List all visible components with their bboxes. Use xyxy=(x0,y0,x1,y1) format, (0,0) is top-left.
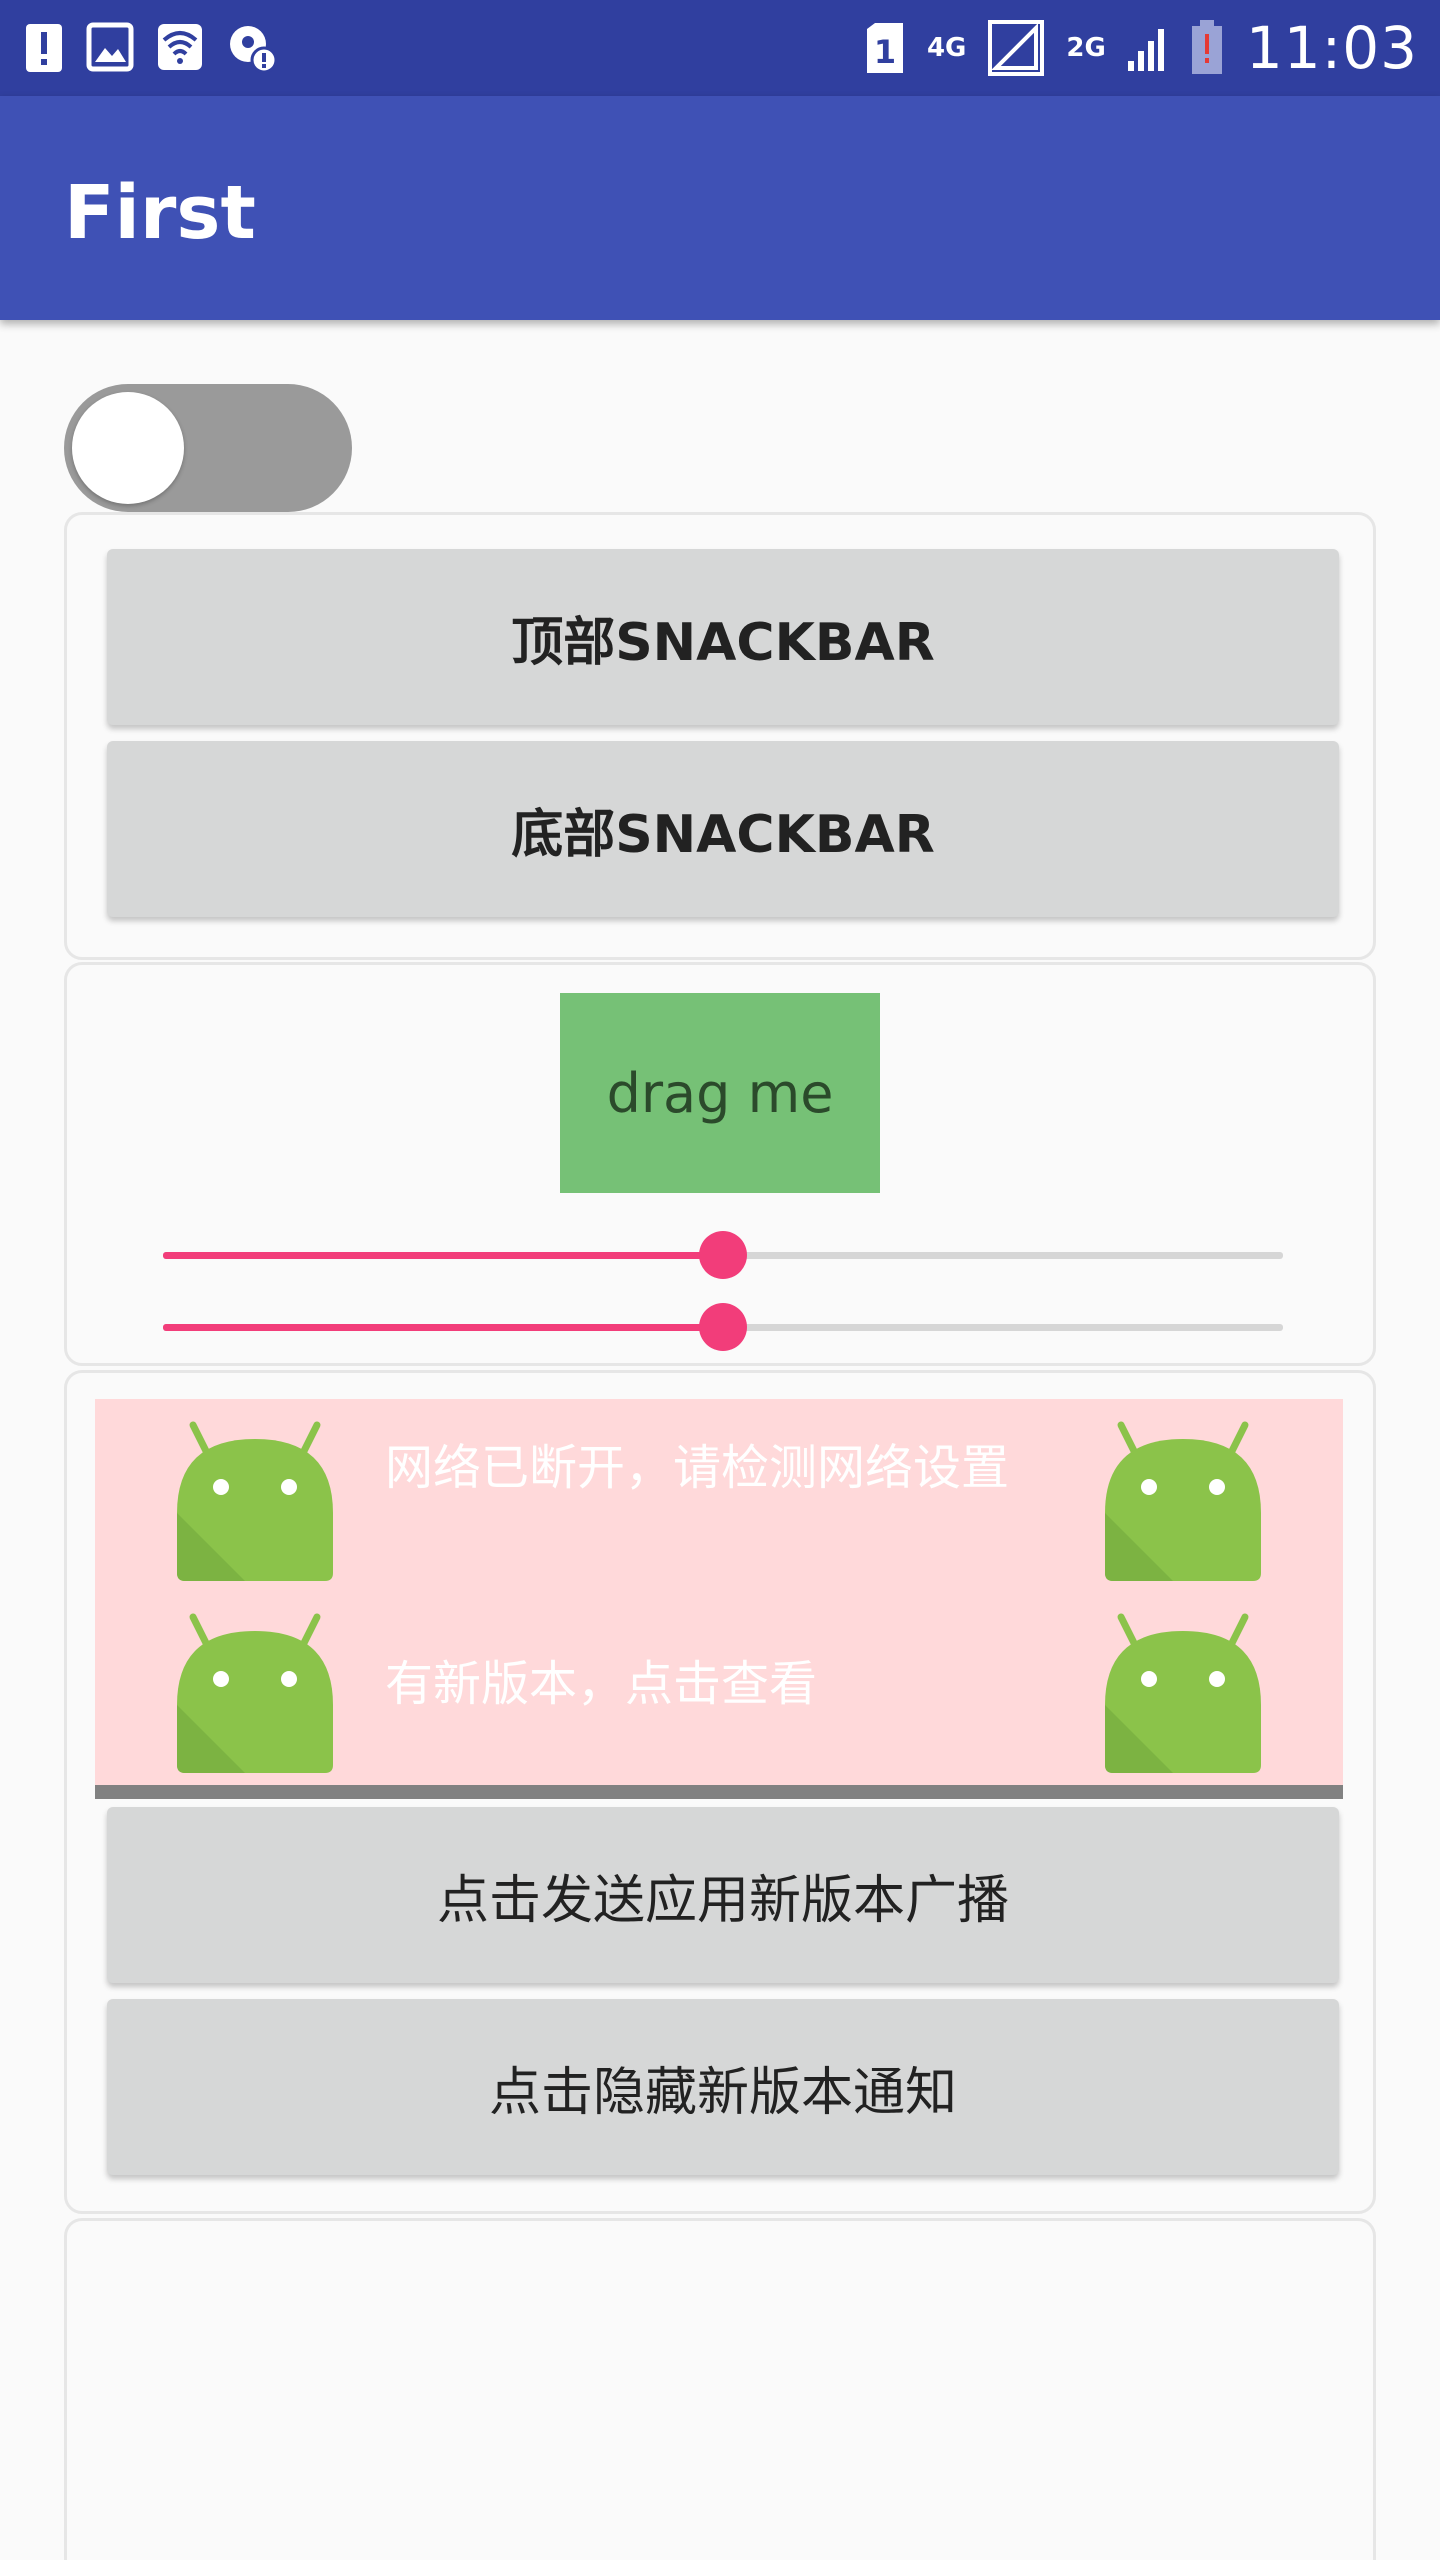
signal-4g-icon xyxy=(988,20,1045,76)
signal-2g-icon xyxy=(1127,29,1164,71)
slider-fill xyxy=(163,1252,723,1259)
snackbar-card: 顶部SNACKBAR 底部SNACKBAR xyxy=(64,512,1376,960)
drag-card: drag me xyxy=(64,962,1376,1366)
status-time: 11:03 xyxy=(1245,14,1418,82)
status-bar: 1 4G 2G 11:03 xyxy=(0,0,1440,96)
app-bar: First xyxy=(0,96,1440,320)
hide-update-notice-button[interactable]: 点击隐藏新版本通知 xyxy=(107,1999,1339,2175)
notice-card: 网络已断开，请检测网络设置 有新版本，点击查看 点击发送应用新版本广播 点击隐藏… xyxy=(64,1370,1376,2214)
notice-area: 网络已断开，请检测网络设置 有新版本，点击查看 xyxy=(95,1399,1343,1785)
network-2g-label: 2G xyxy=(1066,33,1106,63)
seekbar-2[interactable] xyxy=(163,1297,1283,1357)
slider-thumb[interactable] xyxy=(699,1303,747,1351)
notice-divider xyxy=(95,1785,1343,1799)
status-left-icons xyxy=(24,22,278,74)
android-icon xyxy=(177,1421,333,1581)
seekbar-1[interactable] xyxy=(163,1225,1283,1285)
android-icon xyxy=(1105,1421,1261,1581)
android-icon xyxy=(177,1613,333,1773)
send-update-broadcast-button[interactable]: 点击发送应用新版本广播 xyxy=(107,1807,1339,1983)
battery-icon xyxy=(1191,20,1222,74)
network-notice-text: 网络已断开，请检测网络设置 xyxy=(385,1440,1010,1496)
update-notice-text: 有新版本，点击查看 xyxy=(385,1656,818,1712)
network-notice[interactable]: 网络已断开，请检测网络设置 xyxy=(95,1399,1343,1591)
empty-card xyxy=(64,2218,1376,2560)
wifi-icon xyxy=(158,24,202,70)
gallery-icon xyxy=(86,22,134,72)
sim-slot-label: 1 xyxy=(874,33,896,71)
update-notice[interactable]: 有新版本，点击查看 xyxy=(95,1591,1343,1783)
network-4g-label: 4G xyxy=(926,33,967,63)
slider-fill xyxy=(163,1324,723,1331)
top-snackbar-button[interactable]: 顶部SNACKBAR xyxy=(107,549,1339,725)
sim-card-icon: 1 xyxy=(866,23,903,73)
location-alert-icon xyxy=(230,26,278,74)
page-title: First xyxy=(64,170,256,256)
drag-me-box[interactable]: drag me xyxy=(560,993,880,1193)
android-icon xyxy=(1105,1613,1261,1773)
bottom-snackbar-button[interactable]: 底部SNACKBAR xyxy=(107,741,1339,917)
status-right-icons: 1 4G 2G 11:03 xyxy=(865,14,1418,82)
alert-icon xyxy=(26,24,62,72)
switch-thumb[interactable] xyxy=(72,392,184,504)
slider-thumb[interactable] xyxy=(699,1231,747,1279)
toggle-switch[interactable] xyxy=(64,384,352,512)
